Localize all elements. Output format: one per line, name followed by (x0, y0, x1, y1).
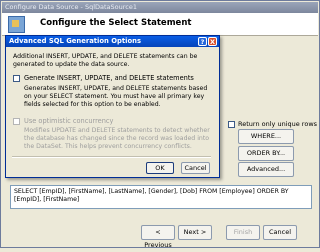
close-button[interactable]: X (208, 37, 217, 46)
next-button[interactable]: Next > (178, 225, 212, 240)
advanced-button[interactable]: Advanced... (238, 162, 294, 177)
wizard-header: Configure the Select Statement (2, 13, 318, 36)
ok-button[interactable]: OK (146, 162, 174, 174)
sql-preview: SELECT [EmpID], [FirstName], [LastName],… (10, 185, 312, 209)
previous-button[interactable]: < Previous (141, 225, 175, 249)
dialog-cancel-button[interactable]: Cancel (181, 162, 210, 174)
database-icon (8, 16, 25, 33)
dialog-title: Advanced SQL Generation Options (6, 36, 219, 47)
dialog-separator (12, 156, 211, 158)
generate-statements-desc: Generates INSERT, UPDATE, and DELETE sta… (24, 85, 208, 108)
dialog-intro: Additional INSERT, UPDATE, and DELETE st… (13, 53, 198, 68)
generate-statements-label: Generate INSERT, UPDATE, and DELETE stat… (24, 74, 194, 82)
order-by-button[interactable]: ORDER BY... (238, 146, 294, 161)
wizard-cancel-button[interactable]: Cancel (263, 225, 297, 240)
where-button[interactable]: WHERE... (238, 129, 294, 144)
optimistic-concurrency-label: Use optimistic concurrency (24, 117, 114, 125)
finish-button[interactable]: Finish (226, 225, 260, 240)
return-unique-rows-checkbox[interactable] (228, 121, 235, 128)
wizard-heading: Configure the Select Statement (40, 18, 192, 28)
help-button[interactable]: ? (198, 37, 207, 46)
advanced-sql-dialog: Advanced SQL Generation Options ? X Addit… (5, 35, 220, 178)
window-title: Configure Data Source - SqlDataSource1 (2, 2, 318, 13)
optimistic-concurrency-desc: Modifies UPDATE and DELETE statements to… (24, 127, 210, 150)
optimistic-concurrency-checkbox[interactable] (13, 118, 20, 125)
return-unique-rows-label: Return only unique rows (238, 120, 318, 128)
generate-statements-checkbox[interactable] (13, 75, 20, 82)
